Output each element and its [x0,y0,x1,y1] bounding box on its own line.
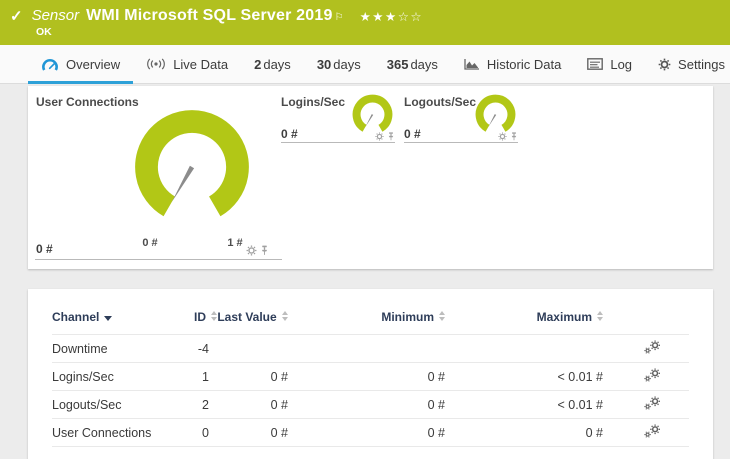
channel-last-value: 0 # [217,362,288,391]
tab-label: Overview [66,56,121,72]
channel-last-value: 0 # [217,390,288,419]
tab-bar: Overview Live Data 2 days 30 days 365 days … [0,45,730,84]
tab-2-days[interactable]: 2 days [241,45,304,83]
gear-icon[interactable] [246,245,257,256]
channels-table: Channel ID Last Value Minimum Maximum Do… [52,307,689,448]
sensor-header: ✓ Sensor WMI Microsoft SQL Server 2019 ⚐… [0,0,730,45]
pin-icon[interactable] [387,132,395,141]
priority-stars[interactable]: ★★★☆☆ [360,9,424,24]
channel-maximum: < 0.01 # [445,390,603,419]
sort-icon [439,311,445,315]
gauge-title-logouts-sec: Logouts/Sec [404,95,477,109]
channel-maximum: 0 # [445,418,603,448]
tab-historic-data[interactable]: Historic Data [451,45,574,83]
user-connections-gauge[interactable] [122,97,262,237]
channel-last-value: 0 # [217,418,288,448]
tab-log[interactable]: Log [574,45,645,83]
table-row-logins-sec: Logins/Sec 1 0 # 0 # < 0.01 # [52,362,689,391]
channel-name[interactable]: User Connections [52,418,172,448]
edit-channel-gears-icon[interactable] [643,340,661,355]
gauge-current-value: 0 # [281,127,298,141]
gauge-icon [41,57,59,72]
tab-label: Live Data [173,56,229,72]
column-header-id[interactable]: ID [172,307,217,335]
channel-maximum: < 0.01 # [445,362,603,391]
channel-name[interactable]: Logouts/Sec [52,390,172,419]
channel-id: -4 [172,334,217,363]
sensor-title: WMI Microsoft SQL Server 2019 [86,7,333,24]
table-row-user-connections: User Connections 0 0 # 0 # 0 # [52,418,689,448]
historic-data-icon [464,58,480,70]
live-data-icon [146,58,166,70]
sensor-kind-label: Sensor [31,7,80,24]
channel-minimum: 0 # [288,362,445,391]
channel-minimum [288,334,445,363]
channel-name[interactable]: Logins/Sec [52,362,172,391]
pin-icon[interactable] [510,132,518,141]
log-icon [587,58,603,70]
channel-id: 1 [172,362,217,391]
divider [404,142,518,143]
stars-empty: ☆☆ [397,9,424,24]
sort-desc-icon [104,315,113,321]
channel-last-value [217,334,288,363]
edit-channel-gears-icon[interactable] [643,396,661,411]
tab-live-data[interactable]: Live Data [133,45,241,83]
gauge-current-value: 0 # [404,127,421,141]
channel-id: 2 [172,390,217,419]
sort-icon [281,311,288,315]
status-badge: OK [36,26,52,38]
channels-panel: Channel ID Last Value Minimum Maximum Do… [28,289,713,459]
channel-maximum [445,334,603,363]
settings-gear-icon [658,58,671,71]
column-header-last-value[interactable]: Last Value [217,307,288,335]
tab-overview[interactable]: Overview [28,45,134,84]
sort-icon [211,311,217,315]
column-header-channel[interactable]: Channel [52,307,172,335]
gauge-title-logins-sec: Logins/Sec [281,95,346,109]
tab-label: Historic Data [486,56,562,72]
column-header-maximum[interactable]: Maximum [445,307,603,335]
column-header-minimum[interactable]: Minimum [288,307,445,335]
status-ok-check-icon: ✓ [10,7,23,25]
gauge-current-value: 0 # [36,242,53,256]
table-row-logouts-sec: Logouts/Sec 2 0 # 0 # < 0.01 # [52,390,689,419]
channel-minimum: 0 # [288,418,445,448]
tab-label: Log [610,56,633,72]
divider [35,259,282,260]
table-row-downtime: Downtime -4 [52,334,689,363]
edit-channel-gears-icon[interactable] [643,424,661,439]
channel-minimum: 0 # [288,390,445,419]
tab-365-days[interactable]: 365 days [374,45,451,83]
stars-filled: ★★★ [359,9,398,24]
gauge-scale-min: 0 # [142,237,158,249]
edit-channel-gears-icon[interactable] [643,368,661,383]
tab-30-days[interactable]: 30 days [304,45,374,83]
gear-icon[interactable] [498,132,507,141]
priority-flag-icon[interactable]: ⚐ [335,12,344,23]
pin-icon[interactable] [260,245,269,256]
tab-label: Settings [678,56,726,72]
channel-name[interactable]: Downtime [52,334,172,363]
divider [281,142,395,143]
sort-icon [597,311,603,315]
channel-id: 0 [172,418,217,448]
tab-settings[interactable]: Settings [645,45,730,83]
gauges-panel: User Connections 0 # 1 # 0 # Logins/Sec … [28,86,713,269]
gear-icon[interactable] [375,132,384,141]
